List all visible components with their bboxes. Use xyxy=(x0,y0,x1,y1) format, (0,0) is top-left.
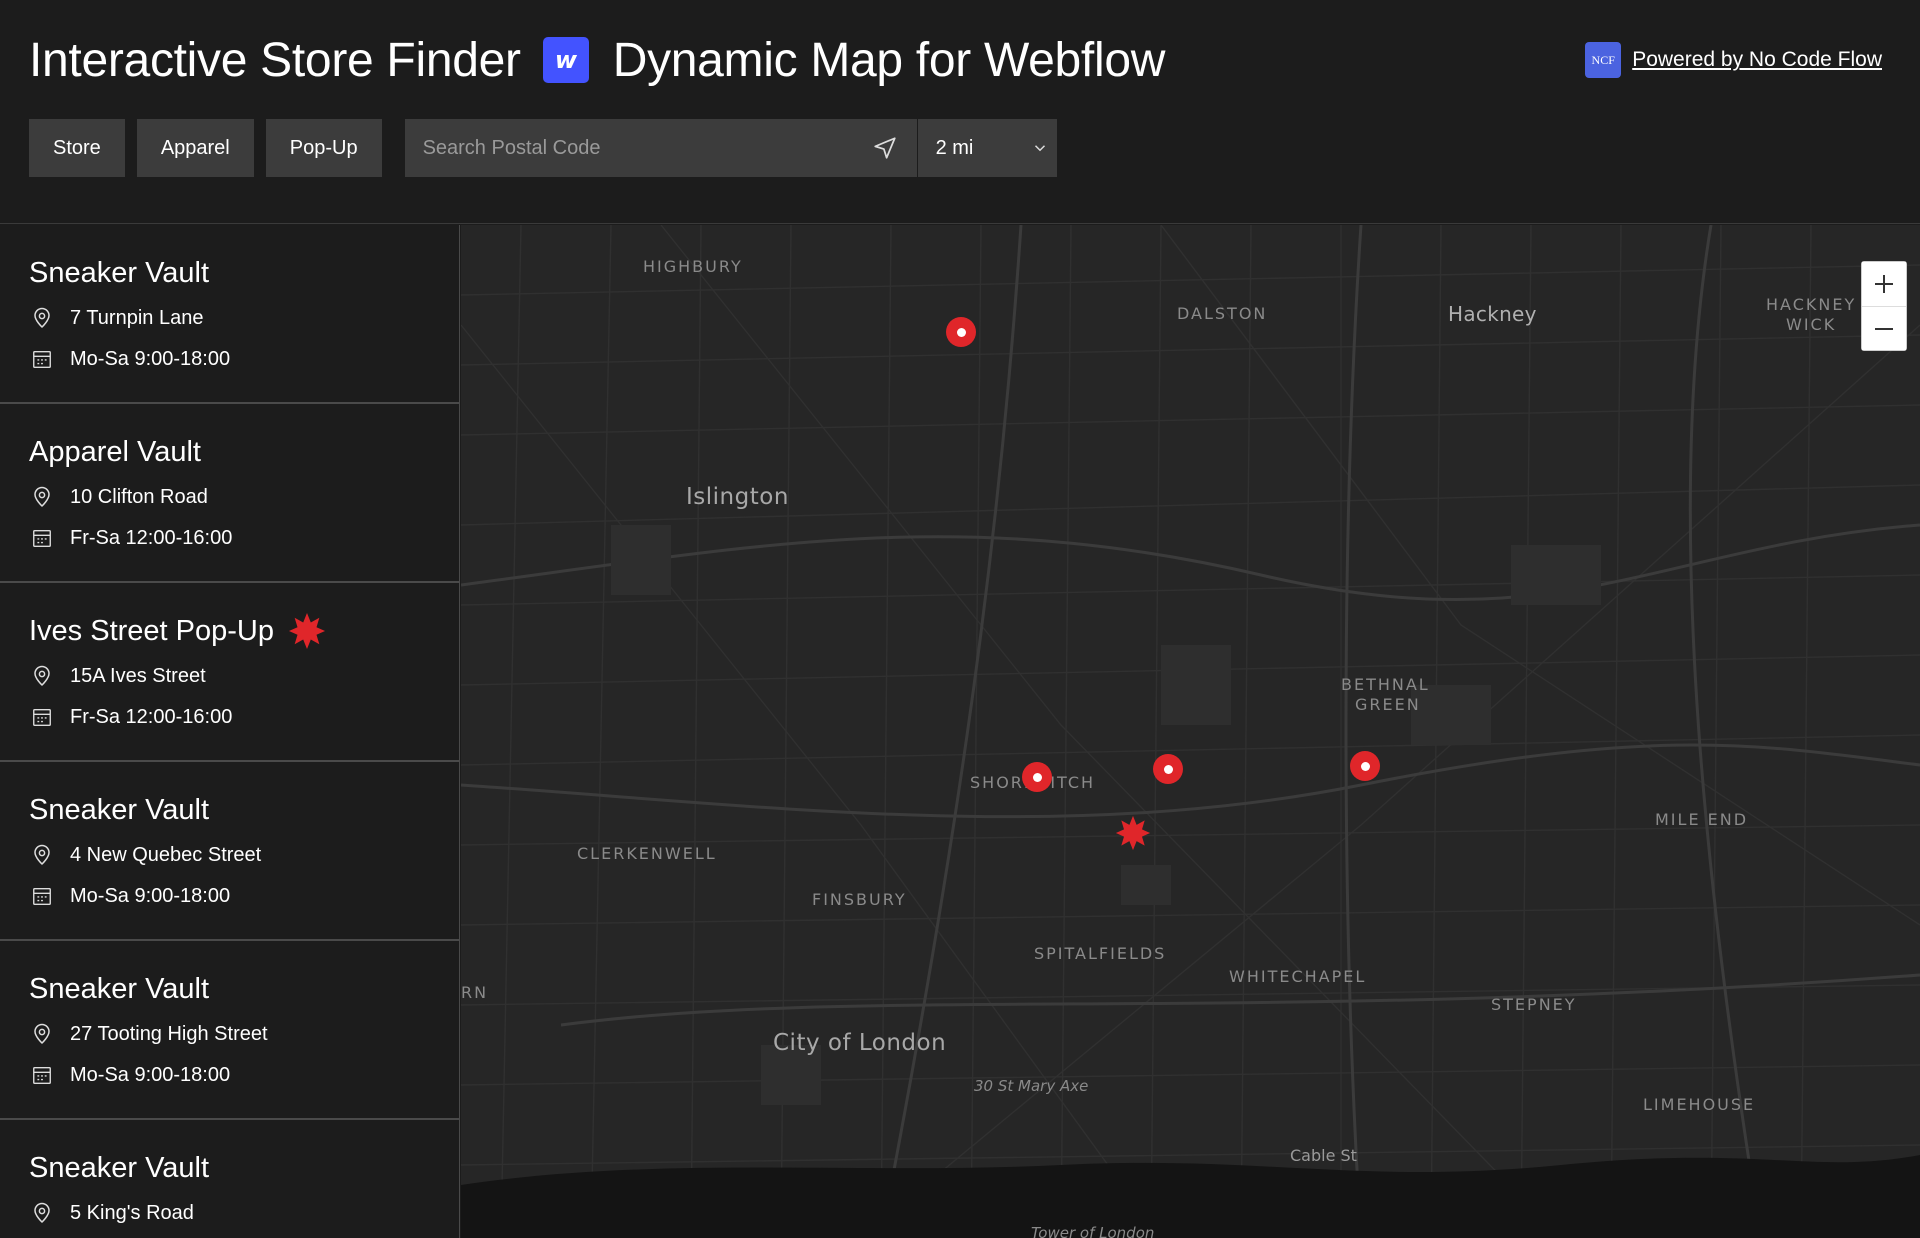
plus-icon xyxy=(1875,275,1893,293)
calendar-icon xyxy=(29,704,55,730)
map-label-bethnal-green-2: GREEN xyxy=(1355,695,1421,714)
store-address: 5 King's Road xyxy=(70,1201,194,1224)
map-label-limehouse: LIMEHOUSE xyxy=(1643,1095,1756,1114)
page-title: Interactive Store Finder w Dynamic Map f… xyxy=(29,30,1165,90)
store-address: 4 New Quebec Street xyxy=(70,843,262,866)
map-label-whitechapel: WHITECHAPEL xyxy=(1229,967,1367,986)
webflow-logo-icon: w xyxy=(542,37,589,83)
store-hours: Mo-Sa 9:00-18:00 xyxy=(70,884,231,907)
radius-select[interactable]: 2 mi xyxy=(917,119,1057,177)
map-label-islington: Islington xyxy=(686,484,789,510)
map-label-edge-rn: RN xyxy=(461,983,489,1002)
header: Interactive Store Finder w Dynamic Map f… xyxy=(0,0,1920,224)
search-input[interactable] xyxy=(422,136,871,160)
location-pin-icon xyxy=(29,1021,55,1047)
map-label-city-of-london: City of London xyxy=(773,1030,947,1056)
zoom-controls xyxy=(1861,261,1907,351)
store-address: 10 Clifton Road xyxy=(70,485,208,508)
store-address: 27 Tooting High Street xyxy=(70,1022,268,1045)
minus-icon xyxy=(1875,327,1893,330)
map-label-stepney: STEPNEY xyxy=(1491,995,1577,1014)
store-card[interactable]: Sneaker Vault 5 King's Road xyxy=(0,1120,459,1238)
map-label-bethnal-green-1: BETHNAL xyxy=(1341,675,1430,694)
map-popup-burst-pin[interactable] xyxy=(1115,815,1151,856)
search-box xyxy=(404,119,918,177)
store-card[interactable]: Ives Street Pop-Up 15A Ives Street Fr-Sa… xyxy=(0,583,459,762)
map-label-spitalfields: SPITALFIELDS xyxy=(1034,944,1167,963)
store-card[interactable]: Sneaker Vault 4 New Quebec Street Mo-Sa … xyxy=(0,762,459,941)
filter-store-button[interactable]: Store xyxy=(29,119,125,177)
location-pin-icon xyxy=(29,484,55,510)
map-store-pin[interactable] xyxy=(1022,762,1052,792)
locate-arrow-icon[interactable] xyxy=(871,134,899,162)
calendar-icon xyxy=(29,525,55,551)
store-address: 7 Turnpin Lane xyxy=(70,306,204,329)
store-name-text: Ives Street Pop-Up xyxy=(29,614,274,647)
store-card[interactable]: Apparel Vault 10 Clifton Road Fr-Sa 12:0… xyxy=(0,404,459,583)
store-card[interactable]: Sneaker Vault 27 Tooting High Street Mo-… xyxy=(0,941,459,1120)
store-list: Sneaker Vault 7 Turnpin Lane Mo-Sa 9:00-… xyxy=(0,225,460,1238)
calendar-icon xyxy=(29,1062,55,1088)
store-hours: Fr-Sa 12:00-16:00 xyxy=(70,526,233,549)
filter-popup-button[interactable]: Pop-Up xyxy=(265,119,382,177)
store-name: Sneaker Vault xyxy=(29,972,210,1005)
location-pin-icon xyxy=(29,663,55,689)
store-name: Ives Street Pop-Up xyxy=(29,612,459,650)
filter-apparel-button[interactable]: Apparel xyxy=(136,119,254,177)
radius-value: 2 mi xyxy=(935,136,974,159)
map-label-hackney-wick-2: WICK xyxy=(1786,315,1837,334)
title-left: Interactive Store Finder xyxy=(29,33,521,87)
store-name: Sneaker Vault xyxy=(29,793,210,826)
map-store-pin[interactable] xyxy=(1350,751,1380,781)
store-name: Sneaker Vault xyxy=(29,1151,210,1184)
store-name: Sneaker Vault xyxy=(29,256,210,289)
map-label-highbury: HIGHBURY xyxy=(643,257,743,276)
map-streets xyxy=(461,225,1920,1238)
location-pin-icon xyxy=(29,842,55,868)
map-label-mile-end: MILE END xyxy=(1655,810,1749,829)
map-label-st-mary-axe: 30 St Mary Axe xyxy=(974,1077,1089,1095)
popup-burst-icon xyxy=(288,612,326,650)
map-label-hackney-wick-1: HACKNEY xyxy=(1766,295,1857,314)
store-address: 15A Ives Street xyxy=(70,664,206,687)
store-hours: Mo-Sa 9:00-18:00 xyxy=(70,347,231,370)
zoom-in-button[interactable] xyxy=(1862,262,1906,306)
chevron-down-icon xyxy=(1034,145,1045,152)
powered-by: NCF Powered by No Code Flow xyxy=(1585,42,1882,78)
webflow-logo-letter: w xyxy=(555,49,578,71)
powered-by-link[interactable]: Powered by No Code Flow xyxy=(1632,48,1882,72)
map-label-tower-of-london: Tower of London xyxy=(1031,1224,1155,1238)
zoom-out-button[interactable] xyxy=(1862,306,1906,350)
controls-bar: Store Apparel Pop-Up 2 mi xyxy=(29,119,1057,177)
store-name: Apparel Vault xyxy=(29,435,201,468)
store-card[interactable]: Sneaker Vault 7 Turnpin Lane Mo-Sa 9:00-… xyxy=(0,225,459,404)
location-pin-icon xyxy=(29,305,55,331)
map-store-pin[interactable] xyxy=(1153,754,1183,784)
calendar-icon xyxy=(29,346,55,372)
map-label-hackney: Hackney xyxy=(1448,302,1537,326)
map-store-pin[interactable] xyxy=(946,317,976,347)
title-right: Dynamic Map for Webflow xyxy=(612,33,1166,87)
map[interactable]: HIGHBURY DALSTON Hackney HACKNEY WICK Is… xyxy=(461,225,1920,1238)
map-label-cable-st: Cable St xyxy=(1290,1146,1357,1165)
map-label-clerkenwell: CLERKENWELL xyxy=(577,844,717,863)
calendar-icon xyxy=(29,883,55,909)
location-pin-icon xyxy=(29,1200,55,1226)
map-label-finsbury: FINSBURY xyxy=(812,890,907,909)
store-hours: Mo-Sa 9:00-18:00 xyxy=(70,1063,231,1086)
ncf-logo-icon: NCF xyxy=(1585,42,1622,78)
store-hours: Fr-Sa 12:00-16:00 xyxy=(70,705,233,728)
map-label-dalston: DALSTON xyxy=(1177,304,1268,323)
